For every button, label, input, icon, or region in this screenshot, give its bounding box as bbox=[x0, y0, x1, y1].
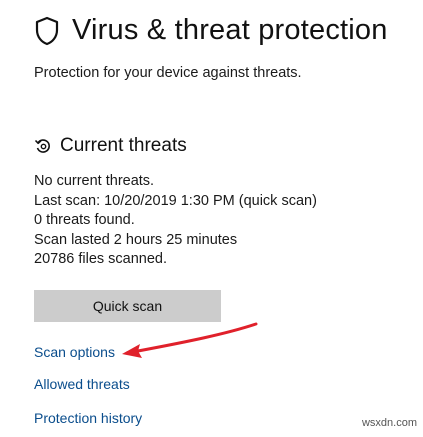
current-threats-header: Current threats bbox=[34, 135, 187, 157]
last-scan-text: Last scan: 10/20/2019 1:30 PM (quick sca… bbox=[34, 192, 317, 209]
files-scanned-text: 20786 files scanned. bbox=[34, 251, 168, 267]
allowed-threats-link[interactable]: Allowed threats bbox=[34, 376, 130, 392]
threats-refresh-icon bbox=[34, 137, 52, 155]
arrow-shaft bbox=[136, 322, 258, 353]
scan-duration-text: Scan lasted 2 hours 25 minutes bbox=[34, 231, 238, 248]
scan-info: No current threats. Last scan: 10/20/201… bbox=[34, 172, 317, 270]
threats-found-text: 0 threats found. bbox=[34, 212, 135, 228]
shield-icon bbox=[34, 16, 60, 46]
page-subtitle: Protection for your device against threa… bbox=[34, 65, 302, 81]
protection-history-link[interactable]: Protection history bbox=[34, 410, 142, 426]
page-header: Virus & threat protection bbox=[34, 14, 388, 47]
red-arrow-annotation bbox=[122, 322, 258, 358]
scan-options-link[interactable]: Scan options bbox=[34, 344, 115, 360]
status-text: No current threats. bbox=[34, 173, 155, 189]
page-title: Virus & threat protection bbox=[72, 14, 388, 46]
watermark: wsxdn.com bbox=[361, 417, 417, 429]
section-title: Current threats bbox=[60, 135, 187, 156]
